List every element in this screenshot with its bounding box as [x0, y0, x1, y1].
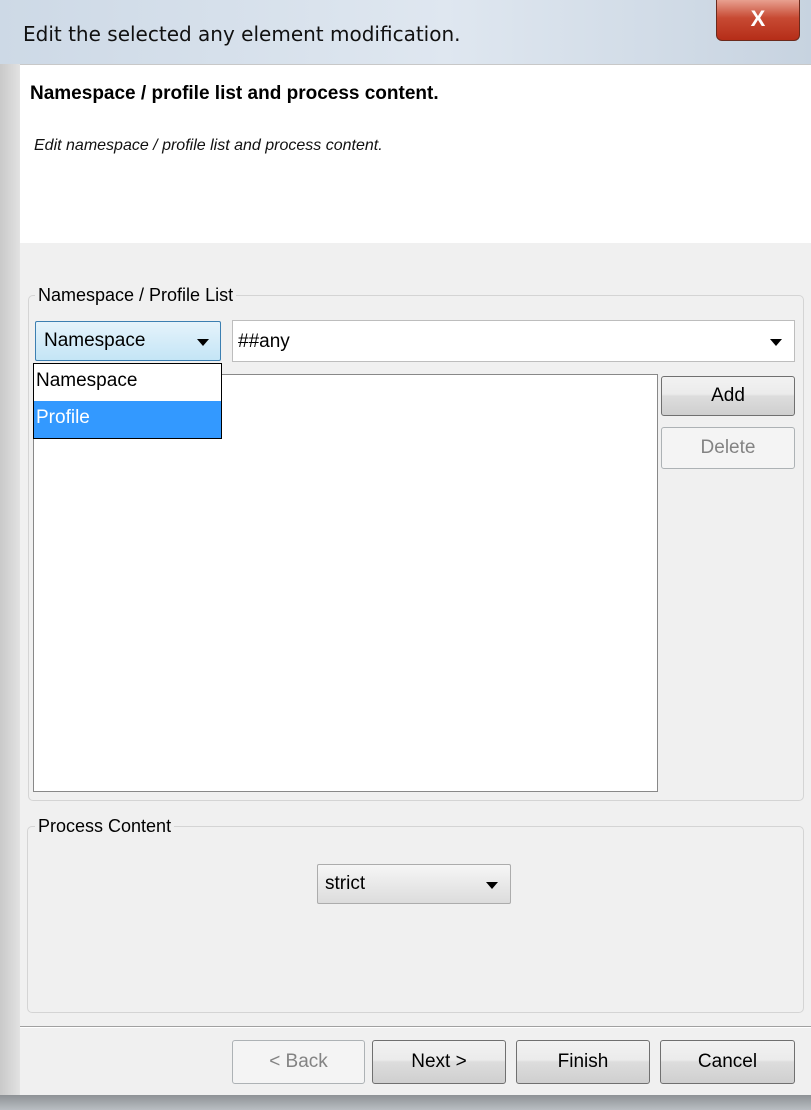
- window-title: Edit the selected any element modificati…: [23, 22, 461, 46]
- dialog-window: Edit the selected any element modificati…: [0, 0, 811, 1110]
- window-left-border: [0, 64, 20, 1110]
- namespace-combo[interactable]: ##any: [232, 320, 795, 362]
- process-content-group: [27, 826, 804, 1013]
- dropdown-arrow-icon: [770, 339, 782, 346]
- cancel-button[interactable]: Cancel: [660, 1040, 795, 1084]
- footer-separator-highlight: [20, 1027, 811, 1028]
- wizard-header: Namespace / profile list and process con…: [20, 64, 811, 244]
- type-dropdown-popup: Namespace Profile: [33, 363, 222, 439]
- process-content-legend: Process Content: [35, 816, 175, 837]
- dropdown-arrow-icon: [486, 882, 498, 889]
- type-combo-value: Namespace: [44, 330, 146, 351]
- next-button[interactable]: Next >: [372, 1040, 506, 1084]
- close-icon: X: [750, 6, 766, 31]
- dropdown-option-profile[interactable]: Profile: [34, 401, 221, 438]
- namespace-combo-value: ##any: [238, 331, 290, 352]
- namespace-profile-legend: Namespace / Profile List: [35, 285, 237, 306]
- type-combo[interactable]: Namespace: [35, 321, 221, 361]
- close-button[interactable]: X: [716, 0, 800, 41]
- window-bottom-border: [0, 1095, 811, 1110]
- title-bar: Edit the selected any element modificati…: [0, 0, 811, 64]
- process-content-combo[interactable]: strict: [317, 864, 511, 904]
- back-button[interactable]: < Back: [232, 1040, 365, 1084]
- dropdown-option-namespace[interactable]: Namespace: [34, 364, 221, 401]
- delete-button[interactable]: Delete: [661, 427, 795, 469]
- process-content-value: strict: [325, 873, 366, 894]
- add-button[interactable]: Add: [661, 376, 795, 416]
- finish-button[interactable]: Finish: [516, 1040, 650, 1084]
- header-subtitle: Edit namespace / profile list and proces…: [34, 137, 383, 154]
- header-title: Namespace / profile list and process con…: [30, 83, 439, 104]
- dropdown-arrow-icon: [197, 339, 209, 346]
